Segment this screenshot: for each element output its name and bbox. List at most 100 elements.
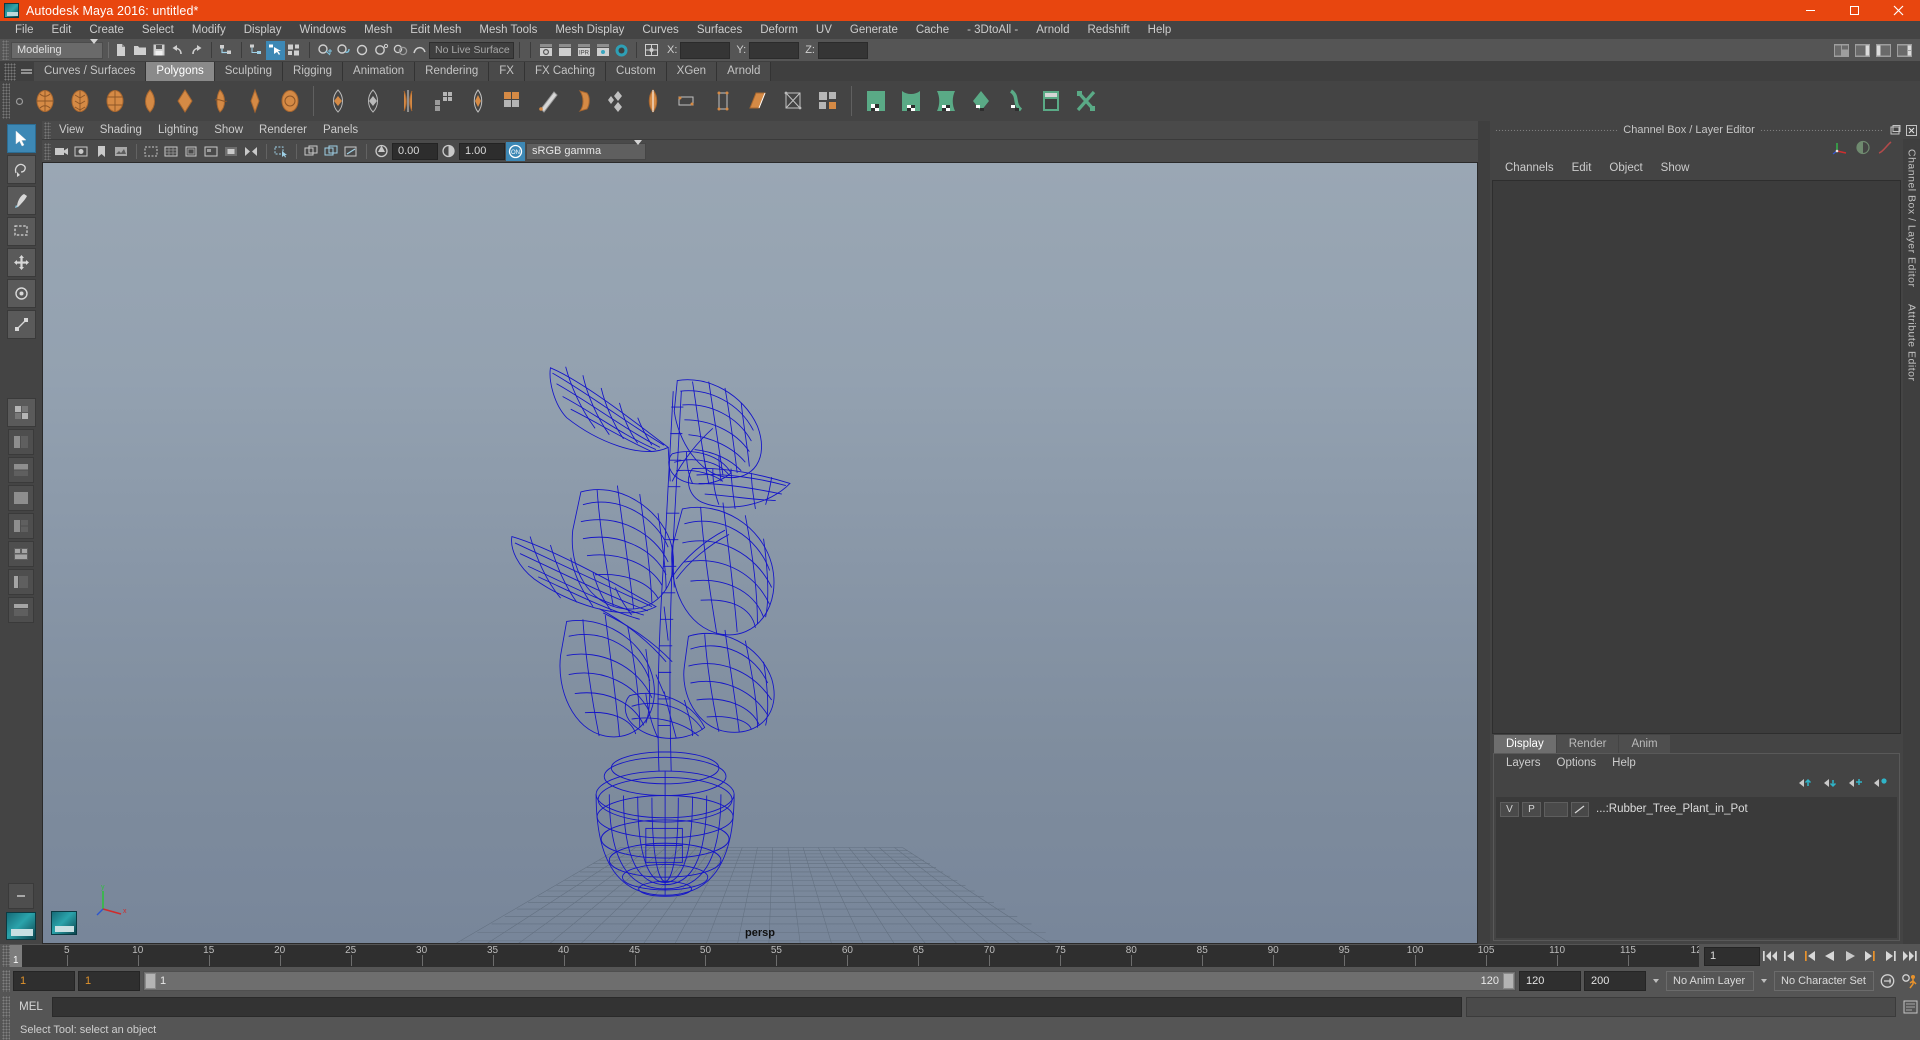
menu-mesh-tools[interactable]: Mesh Tools: [470, 21, 546, 39]
status-line-grip[interactable]: [2, 40, 9, 60]
step-forward-frame-button[interactable]: [1860, 946, 1880, 966]
scale-tool-button[interactable]: [6, 310, 36, 339]
layer-playback-toggle[interactable]: P: [1522, 801, 1541, 817]
append-polygon-button[interactable]: [706, 84, 739, 118]
animation-curve-icon[interactable]: [1877, 140, 1893, 158]
close-panel-button[interactable]: [1904, 123, 1918, 137]
x-input[interactable]: [680, 41, 731, 59]
undo-button[interactable]: [168, 41, 187, 60]
duplicate-face-button[interactable]: [776, 84, 809, 118]
menu-surfaces[interactable]: Surfaces: [688, 21, 751, 39]
layout-hypershade-button[interactable]: [8, 541, 34, 567]
show-hide-channel-box-button[interactable]: [1895, 41, 1914, 60]
select-tool-button[interactable]: [6, 124, 36, 153]
shelf-tab-animation[interactable]: Animation: [343, 62, 416, 81]
vertical-tab-attribute-editor[interactable]: Attribute Editor: [1906, 304, 1918, 381]
menu-edit-mesh[interactable]: Edit Mesh: [401, 21, 470, 39]
select-component-mode-button[interactable]: [285, 41, 304, 60]
multi-cut-button[interactable]: [531, 84, 564, 118]
snap-to-point-button[interactable]: [353, 41, 372, 60]
channel-box-menu-show[interactable]: Show: [1652, 159, 1699, 178]
transform-axes-icon[interactable]: [1832, 140, 1849, 158]
help-line-grip[interactable]: [2, 1019, 10, 1040]
bevel-button[interactable]: [496, 84, 529, 118]
range-slider-grip[interactable]: [2, 970, 10, 992]
shelf-options-icon[interactable]: [12, 83, 26, 119]
poly-cylinder-button[interactable]: [98, 84, 131, 118]
uv-planar-mapping-button[interactable]: [859, 84, 892, 118]
layer-menu-layers[interactable]: Layers: [1498, 754, 1549, 773]
animation-preferences-button[interactable]: [1900, 971, 1920, 991]
new-layer-icon[interactable]: [1848, 777, 1864, 792]
shadows-button[interactable]: [342, 142, 361, 161]
wedge-button[interactable]: [741, 84, 774, 118]
menu-cache[interactable]: Cache: [907, 21, 958, 39]
shelf-tab-arnold[interactable]: Arnold: [717, 62, 772, 81]
extract-button[interactable]: [391, 84, 424, 118]
poly-platonic-button[interactable]: [273, 84, 306, 118]
uv-cut-sew-button[interactable]: [1069, 84, 1102, 118]
menu-set-selector[interactable]: Modeling: [11, 39, 103, 59]
rotate-tool-button[interactable]: [6, 279, 36, 308]
close-button[interactable]: [1876, 0, 1920, 21]
shelf-tab-xgen[interactable]: XGen: [666, 62, 718, 81]
character-set-selector[interactable]: No Character Set: [1774, 971, 1874, 991]
exposure-toggle-button[interactable]: [242, 142, 261, 161]
shelf-tab-fx-caching[interactable]: FX Caching: [524, 62, 607, 81]
step-back-frame-button[interactable]: [1800, 946, 1820, 966]
channel-box-attribute-list[interactable]: [1492, 180, 1901, 734]
channel-box-menu-channels[interactable]: Channels: [1496, 159, 1563, 178]
gamma-icon[interactable]: [439, 142, 458, 161]
shelf-tab-rigging[interactable]: Rigging: [283, 62, 344, 81]
grid-toggle-button[interactable]: [162, 142, 181, 161]
shelf-tab-sculpting[interactable]: Sculpting: [214, 62, 284, 81]
move-layer-down-icon[interactable]: [1823, 777, 1839, 792]
maximize-button[interactable]: [1832, 0, 1876, 21]
show-hide-modeling-toolkit-button[interactable]: [1832, 41, 1851, 60]
xray-toggle-button[interactable]: [302, 142, 321, 161]
go-to-start-button[interactable]: [1760, 946, 1780, 966]
separate-button[interactable]: [356, 84, 389, 118]
mirror-button[interactable]: [811, 84, 844, 118]
select-camera-button[interactable]: [52, 142, 71, 161]
film-gate-button[interactable]: [182, 142, 201, 161]
minimize-button[interactable]: [1788, 0, 1832, 21]
layout-four-view-button[interactable]: [6, 398, 36, 427]
live-surface-field[interactable]: No Live Surface: [429, 41, 514, 59]
y-input[interactable]: [749, 41, 800, 59]
layout-outliner-persp-button[interactable]: [8, 569, 34, 595]
time-slider-cursor[interactable]: 1: [10, 945, 22, 967]
snap-to-grid-button[interactable]: [315, 41, 334, 60]
rectangle-select-tool-button[interactable]: [6, 217, 36, 246]
layout-persp-outliner-button[interactable]: [8, 429, 34, 455]
merge-to-center-button[interactable]: [636, 84, 669, 118]
color-management-toggle-button[interactable]: ON: [506, 141, 525, 161]
undock-panel-button[interactable]: [1888, 123, 1902, 137]
time-slider-grip[interactable]: [2, 945, 10, 967]
z-input[interactable]: [817, 41, 868, 59]
menu-file[interactable]: File: [6, 21, 43, 39]
go-to-end-button[interactable]: [1900, 946, 1920, 966]
shelf-grip[interactable]: [4, 63, 16, 81]
merge-vertices-button[interactable]: [601, 84, 634, 118]
gamma-input[interactable]: 1.00: [459, 142, 505, 160]
paint-select-tool-button[interactable]: [6, 186, 36, 215]
vertical-tab-channel-box[interactable]: Channel Box / Layer Editor: [1906, 149, 1918, 288]
layer-list[interactable]: V P ...:Rubber_Tree_Plant_in_Pot: [1496, 797, 1897, 938]
image-plane-button[interactable]: [112, 142, 131, 161]
playback-end-time-field[interactable]: 120: [1519, 971, 1581, 991]
show-hide-tool-settings-button[interactable]: [1874, 41, 1893, 60]
menu-generate[interactable]: Generate: [841, 21, 907, 39]
viewport-menu-panels[interactable]: Panels: [315, 121, 366, 140]
select-object-mode-button[interactable]: [266, 40, 285, 60]
animation-end-time-field[interactable]: 200: [1584, 971, 1646, 991]
character-set-chevron-down-icon[interactable]: [1757, 971, 1771, 991]
viewport-3d-canvas[interactable]: y x persp: [42, 162, 1478, 944]
channel-box-menu-edit[interactable]: Edit: [1563, 159, 1601, 178]
layer-color-swatch[interactable]: [1571, 801, 1589, 817]
command-input[interactable]: [52, 997, 1462, 1017]
menu-help[interactable]: Help: [1139, 21, 1181, 39]
extrude-button[interactable]: [566, 84, 599, 118]
ipr-region-button[interactable]: IPR: [574, 41, 593, 60]
poly-cone-button[interactable]: [133, 84, 166, 118]
